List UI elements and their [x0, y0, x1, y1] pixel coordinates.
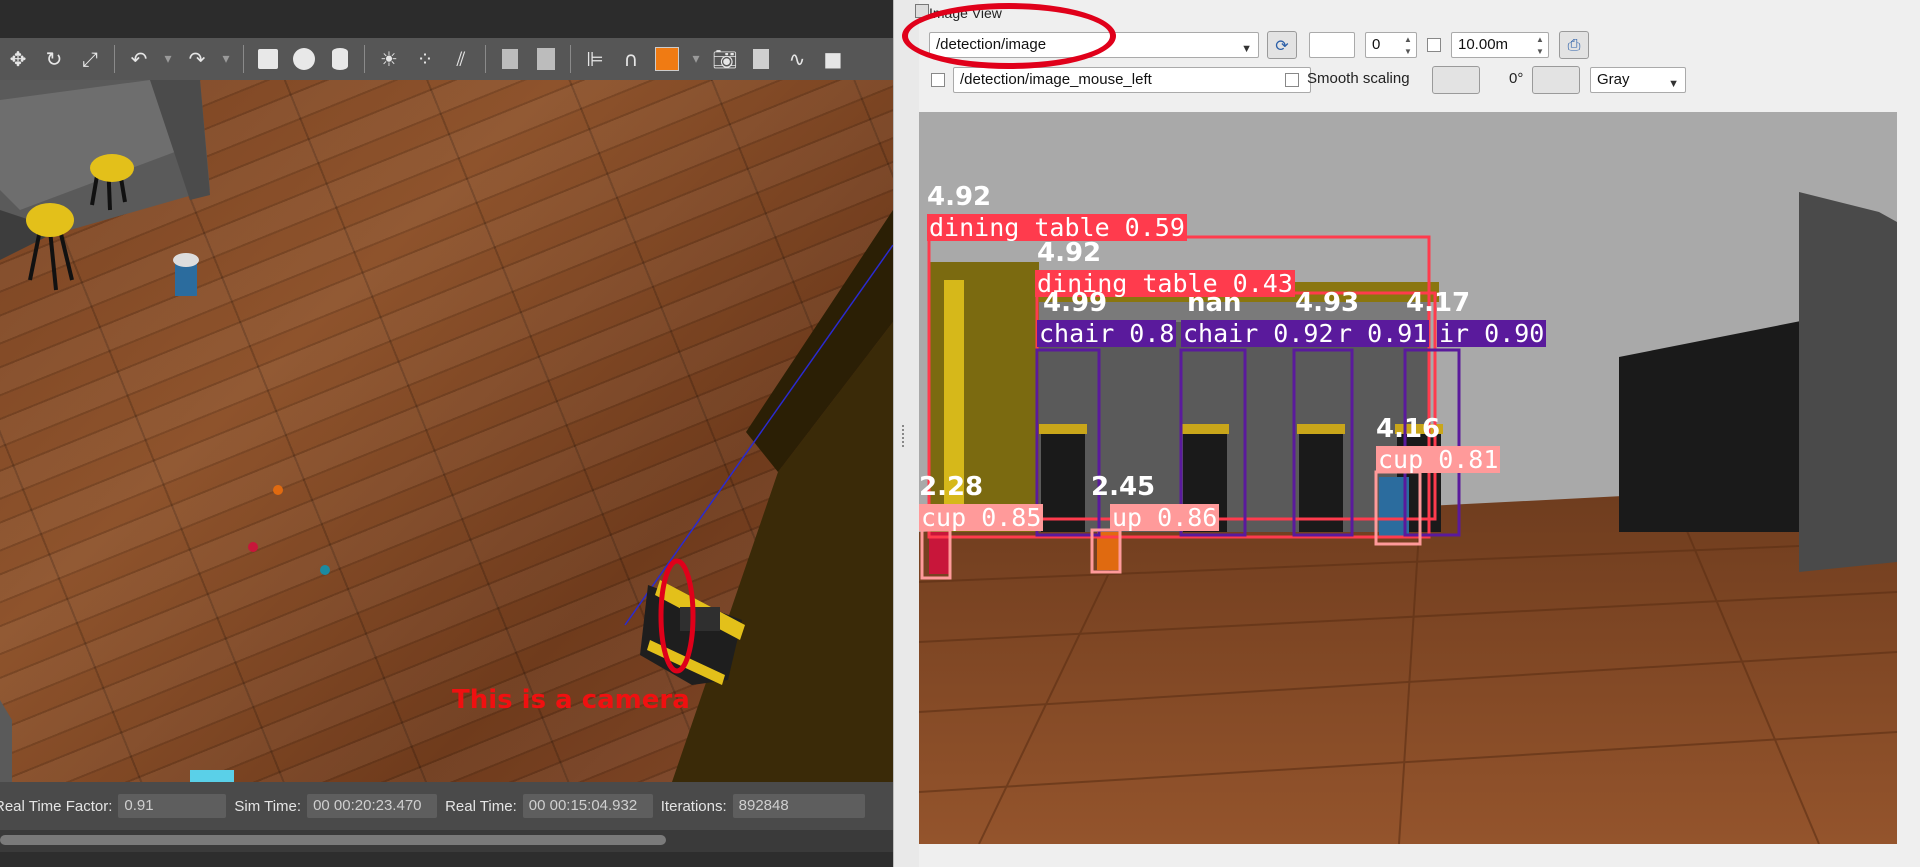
detection-distance-chair-3: 4.93: [1295, 288, 1360, 318]
align-icon[interactable]: ⊫: [580, 44, 610, 74]
detection-distance-chair-4: 4.17: [1406, 288, 1471, 318]
scale-icon[interactable]: ⤢: [75, 44, 105, 74]
paste-icon[interactable]: [531, 44, 561, 74]
mouse-topic-text: /detection/image_mouse_left: [960, 71, 1152, 88]
value-spinbox[interactable]: 0 ▲ ▼: [1365, 32, 1417, 58]
iterations-value: 892848: [732, 794, 865, 818]
toolbar-separator: [485, 45, 486, 73]
detection-distance-table-1: 4.92: [927, 182, 992, 212]
sphere-icon[interactable]: [289, 44, 319, 74]
detection-image[interactable]: dining table 0.59 4.92 dining table 0.43…: [919, 112, 1897, 844]
sim-time-label: Sim Time:: [234, 797, 302, 815]
copy-icon[interactable]: [495, 44, 525, 74]
undo-icon[interactable]: ↶: [124, 44, 154, 74]
real-time-factor-label: Real Time Factor:: [0, 797, 113, 815]
screenshot-icon[interactable]: 📷︎: [710, 44, 740, 74]
camera-annotation-label: This is a camera: [452, 685, 690, 715]
redo-icon[interactable]: ↷: [182, 44, 212, 74]
rotate-left-button[interactable]: [1432, 66, 1480, 94]
point-light-icon[interactable]: ☀: [374, 44, 404, 74]
gazebo-title-strip: [0, 0, 900, 38]
view-menu-icon[interactable]: ▾: [688, 44, 704, 74]
snap-icon[interactable]: ∩: [616, 44, 646, 74]
detection-distance-cup-1: 4.16: [1376, 414, 1441, 444]
small-object-teal: [320, 565, 330, 575]
value-spinbox-text: 0: [1372, 36, 1381, 53]
gazebo-horizontal-scrollbar[interactable]: [0, 830, 893, 852]
rotate-right-button[interactable]: [1532, 66, 1580, 94]
gazebo-window: ✥ ↻ ⤢ ↶ ▾ ↷ ▾ ☀ ⁘ ⫽ ⊫ ∩ ▾ 📷︎ ∿ ■ This is…: [0, 0, 900, 867]
color-scheme-dropdown[interactable]: Gray ▼: [1590, 67, 1686, 93]
real-time-label: Real Time:: [445, 797, 517, 815]
detection-label-chair-4: ir 0.90: [1437, 319, 1547, 348]
max-range-text: 10.00m: [1458, 36, 1509, 53]
detection-distance-chair-1: 4.99: [1043, 288, 1108, 318]
detection-distance-cup-3: 2.45: [1091, 472, 1156, 502]
detection-label-chair-3: r 0.91: [1335, 319, 1430, 348]
scene-geometry: [0, 80, 893, 782]
undo-history-icon[interactable]: ▾: [160, 44, 176, 74]
stool-2: [26, 203, 74, 291]
real-time-factor-value: 0.91: [118, 794, 227, 818]
pane-splitter[interactable]: [893, 0, 920, 867]
gazebo-3d-viewport[interactable]: This is a camera: [0, 80, 893, 782]
detection-label-cup-1: cup 0.81: [1376, 445, 1501, 474]
detection-label-table-1: dining table 0.59: [927, 213, 1187, 242]
chevron-down-icon: ▼: [1668, 78, 1679, 90]
real-time-value: 00 00:15:04.932: [522, 794, 653, 818]
rotation-value: 0°: [1509, 70, 1524, 87]
change-view-icon[interactable]: [652, 44, 682, 74]
rqt-image-view-window: Image View /detection/image ▼ ⟳ 0 ▲ ▼ 10.…: [915, 0, 1920, 867]
small-object-blue: [190, 770, 234, 782]
save-image-button[interactable]: ⎙: [1559, 31, 1589, 59]
color-scheme-value: Gray: [1597, 71, 1630, 88]
gazebo-toolbar: ✥ ↻ ⤢ ↶ ▾ ↷ ▾ ☀ ⁘ ⫽ ⊫ ∩ ▾ 📷︎ ∿ ■: [0, 38, 900, 80]
sim-time-value: 00 00:20:23.470: [307, 794, 438, 818]
chevron-down-icon: ▼: [1241, 43, 1252, 55]
detection-label-cup-2: cup 0.85: [919, 503, 1044, 532]
small-object-orange: [273, 485, 283, 495]
mouse-publish-checkbox[interactable]: [931, 73, 945, 87]
blank-field-1[interactable]: [1309, 32, 1355, 58]
dynamic-range-checkbox[interactable]: [1427, 38, 1441, 52]
smooth-scaling-checkbox[interactable]: [1285, 73, 1299, 87]
redo-history-icon[interactable]: ▾: [218, 44, 234, 74]
cylinder-icon[interactable]: [325, 44, 355, 74]
iterations-label: Iterations:: [660, 797, 727, 815]
rotate-icon[interactable]: ↻: [39, 44, 69, 74]
detection-label-cup-3: up 0.86: [1110, 503, 1220, 532]
detection-label-chair-1: chair 0.8: [1037, 319, 1177, 348]
cup-model: [173, 253, 199, 296]
detection-label-chair-2: chair 0.92: [1181, 319, 1336, 348]
toolbar-separator: [570, 45, 571, 73]
detection-distance-cup-2: 2.28: [919, 472, 984, 502]
max-range-spinbox[interactable]: 10.00m ▲ ▼: [1451, 32, 1549, 58]
translate-icon[interactable]: ✥: [3, 44, 33, 74]
small-object-red: [248, 542, 258, 552]
spin-arrows-icon[interactable]: ▲ ▼: [1402, 34, 1414, 58]
plot-icon[interactable]: ∿: [782, 44, 812, 74]
detection-distance-table-2: 4.92: [1037, 238, 1102, 268]
spin-arrows-icon[interactable]: ▲ ▼: [1534, 34, 1546, 58]
record-video-icon[interactable]: ■: [818, 44, 848, 74]
detection-distance-chair-2: nan: [1187, 288, 1242, 318]
toolbar-separator: [114, 45, 115, 73]
scrollbar-thumb[interactable]: [0, 835, 666, 845]
toolbar-separator: [243, 45, 244, 73]
refresh-topics-button[interactable]: ⟳: [1267, 31, 1297, 59]
directional-light-icon[interactable]: ⫽: [446, 44, 476, 74]
gazebo-status-bar: Real Time Factor: 0.91 Sim Time: 00 00:2…: [0, 782, 893, 830]
box-icon[interactable]: [253, 44, 283, 74]
topic-highlight-ellipse: [902, 3, 1116, 69]
smooth-scaling-label: Smooth scaling: [1307, 70, 1410, 87]
spot-light-icon[interactable]: ⁘: [410, 44, 440, 74]
toolbar-separator: [364, 45, 365, 73]
mouse-topic-field[interactable]: /detection/image_mouse_left: [953, 67, 1311, 93]
log-icon[interactable]: [746, 44, 776, 74]
splitter-grip-icon: [902, 425, 907, 447]
